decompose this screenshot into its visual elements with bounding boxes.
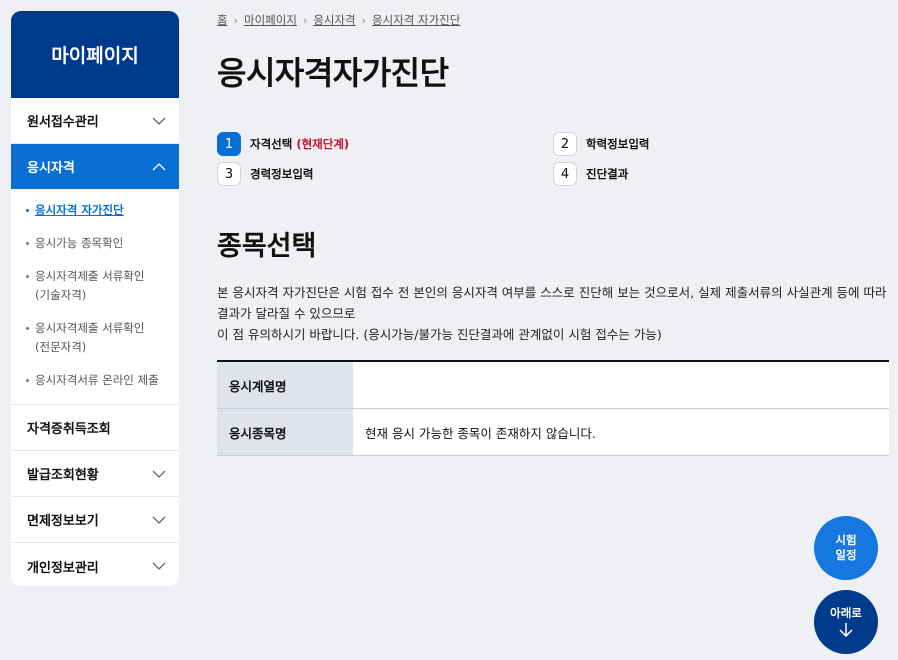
submenu-docs-professional[interactable]: 응시자격제출 서류확인 (전문자격) bbox=[11, 315, 179, 361]
fab-label: 일정 bbox=[835, 548, 857, 562]
chevron-right-icon: › bbox=[361, 13, 367, 27]
table-header: 응시종목명 bbox=[217, 408, 353, 456]
step-label: 진단결과 bbox=[586, 167, 629, 181]
table-cell: 현재 응시 가능한 종목이 존재하지 않습니다. bbox=[353, 408, 889, 456]
step-2: 2 학력정보입력 bbox=[553, 132, 649, 156]
chevron-right-icon: › bbox=[302, 13, 308, 27]
step-label: 자격선택 (현재단계) bbox=[250, 137, 350, 151]
sidebar-item-label: 발급조회현황 bbox=[27, 468, 99, 483]
submenu-docs-technical[interactable]: 응시자격제출 서류확인 (기술자격) bbox=[11, 263, 179, 309]
current-step-badge: (현재단계) bbox=[296, 137, 350, 151]
description-line: 이 점 유의하시기 바랍니다. (응시가능/불가능 진단결과에 관계없이 시험 … bbox=[217, 327, 662, 342]
fab-label: 시험 bbox=[835, 533, 857, 547]
exam-schedule-button[interactable]: 시험 일정 bbox=[814, 516, 878, 580]
page-title: 응시자격자가진단 bbox=[217, 54, 449, 92]
sidebar-item-issuance[interactable]: 발급조회현황 bbox=[11, 451, 179, 497]
sidebar-item-personal[interactable]: 개인정보관리 bbox=[11, 543, 179, 586]
sidebar-item-certificate[interactable]: 자격증취득조회 bbox=[11, 405, 179, 451]
sidebar: 마이페이지 원서접수관리 응시자격 응시자격 자가진단 응시가능 종목확인 응시… bbox=[11, 11, 179, 586]
step-number: 3 bbox=[217, 162, 241, 186]
sidebar-item-label: 원서접수관리 bbox=[27, 115, 99, 130]
step-3: 3 경력정보입력 bbox=[217, 162, 313, 186]
sidebar-item-eligibility[interactable]: 응시자격 bbox=[11, 144, 179, 189]
submenu-online-submit[interactable]: 응시자격서류 온라인 제출 bbox=[11, 367, 179, 394]
sidebar-item-exemption[interactable]: 면제정보보기 bbox=[11, 497, 179, 543]
sidebar-item-label: 면제정보보기 bbox=[27, 514, 99, 529]
step-number: 2 bbox=[553, 132, 577, 156]
chevron-right-icon: › bbox=[233, 13, 238, 27]
main-content: 홈 › 마이페이지 › 응시자격 › 응시자격 자가진단 응시자격자가진단 1 … bbox=[217, 0, 898, 660]
scroll-down-button[interactable]: 아래로 bbox=[814, 590, 878, 654]
sidebar-item-label: 자격증취득조회 bbox=[27, 422, 111, 437]
section-title: 종목선택 bbox=[217, 231, 317, 262]
breadcrumb-eligibility[interactable]: 응시자격 bbox=[313, 12, 355, 28]
sidebar-item-label: 개인정보관리 bbox=[27, 560, 99, 576]
submenu-self-diagnosis[interactable]: 응시자격 자가진단 bbox=[11, 197, 179, 224]
sidebar-item-label: 응시자격 bbox=[27, 161, 75, 176]
breadcrumb-mypage[interactable]: 마이페이지 bbox=[244, 12, 297, 28]
breadcrumb-self-diagnosis[interactable]: 응시자격 자가진단 bbox=[372, 12, 460, 28]
table-row: 응시계열명 bbox=[217, 361, 889, 409]
step-number: 1 bbox=[217, 132, 241, 156]
table-cell[interactable] bbox=[353, 361, 889, 409]
chevron-down-icon bbox=[152, 470, 166, 478]
item-selection-table: 응시계열명 응시종목명 현재 응시 가능한 종목이 존재하지 않습니다. bbox=[217, 360, 889, 456]
breadcrumb: 홈 › 마이페이지 › 응시자격 › 응시자격 자가진단 bbox=[217, 12, 460, 28]
table-header: 응시계열명 bbox=[217, 361, 353, 409]
description: 본 응시자격 자가진단은 시험 접수 전 본인의 응시자격 여부를 스스로 진단… bbox=[217, 282, 893, 345]
chevron-down-icon bbox=[152, 562, 166, 570]
step-number: 4 bbox=[553, 162, 577, 186]
arrow-down-icon bbox=[839, 622, 853, 637]
step-label: 경력정보입력 bbox=[250, 167, 314, 181]
description-line: 본 응시자격 자가진단은 시험 접수 전 본인의 응시자격 여부를 스스로 진단… bbox=[217, 285, 887, 321]
table-row: 응시종목명 현재 응시 가능한 종목이 존재하지 않습니다. bbox=[217, 408, 889, 456]
submenu-available-items[interactable]: 응시가능 종목확인 bbox=[11, 230, 179, 257]
chevron-down-icon bbox=[152, 516, 166, 524]
sidebar-item-application[interactable]: 원서접수관리 bbox=[11, 98, 179, 144]
step-1: 1 자격선택 (현재단계) bbox=[217, 132, 349, 156]
step-4: 4 진단결과 bbox=[553, 162, 628, 186]
chevron-down-icon bbox=[152, 117, 166, 125]
breadcrumb-home[interactable]: 홈 bbox=[217, 12, 228, 28]
fab-label: 아래로 bbox=[830, 605, 862, 620]
chevron-up-icon bbox=[152, 162, 166, 170]
sidebar-submenu: 응시자격 자가진단 응시가능 종목확인 응시자격제출 서류확인 (기술자격) 응… bbox=[11, 189, 179, 405]
sidebar-title: 마이페이지 bbox=[11, 11, 179, 98]
step-label: 학력정보입력 bbox=[586, 137, 650, 151]
